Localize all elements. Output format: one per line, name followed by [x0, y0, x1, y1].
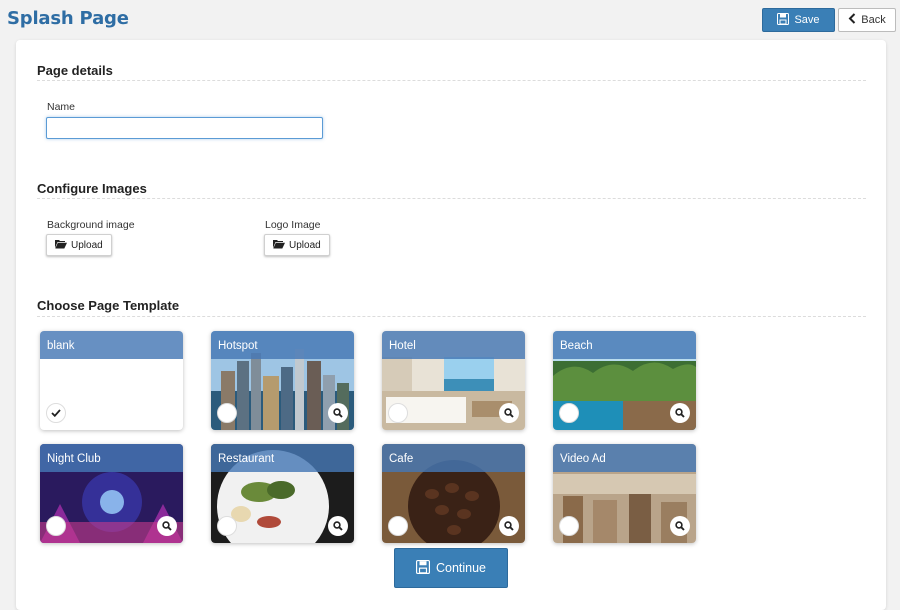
card-label: Restaurant	[218, 453, 275, 465]
template-radio[interactable]	[388, 516, 408, 536]
magnifier-icon[interactable]	[670, 516, 690, 536]
floppy-disk-icon	[777, 12, 790, 28]
divider	[37, 316, 866, 317]
continue-label: Continue	[435, 561, 487, 575]
name-input[interactable]	[46, 117, 323, 139]
logo-upload-button[interactable]: Upload	[264, 234, 330, 256]
template-card-hotspot[interactable]: Hotspot	[211, 331, 354, 430]
template-card-beach[interactable]: Beach	[553, 331, 696, 430]
magnifier-icon[interactable]	[670, 403, 690, 423]
main-panel: Page details Name Configure Images Backg…	[16, 40, 886, 610]
magnifier-icon[interactable]	[328, 516, 348, 536]
back-label: Back	[861, 14, 886, 26]
floppy-disk-icon	[415, 559, 430, 577]
template-radio[interactable]	[217, 403, 237, 423]
template-radio[interactable]	[46, 403, 66, 423]
magnifier-icon[interactable]	[328, 403, 348, 423]
template-radio[interactable]	[217, 516, 237, 536]
upload-label: Upload	[71, 239, 103, 251]
template-radio[interactable]	[559, 403, 579, 423]
folder-open-icon	[273, 239, 285, 252]
card-label: Hotel	[389, 340, 416, 352]
template-radio[interactable]	[388, 403, 408, 423]
template-card-restaurant[interactable]: Restaurant	[211, 444, 354, 543]
background-image-label: Background image	[47, 219, 135, 231]
background-upload-button[interactable]: Upload	[46, 234, 112, 256]
magnifier-icon[interactable]	[499, 403, 519, 423]
template-card-night-club[interactable]: Night Club	[40, 444, 183, 543]
divider	[37, 198, 866, 199]
card-label: Hotspot	[218, 340, 258, 352]
card-label: Night Club	[47, 453, 101, 465]
card-label: Beach	[560, 340, 593, 352]
section-title-choose-template: Choose Page Template	[37, 298, 180, 313]
name-label: Name	[47, 101, 76, 113]
upload-label: Upload	[289, 239, 321, 251]
section-title-page-details: Page details	[37, 63, 113, 78]
card-label: Video Ad	[560, 453, 606, 465]
page-title: Splash Page	[7, 8, 129, 29]
magnifier-icon[interactable]	[157, 516, 177, 536]
folder-open-icon	[55, 239, 67, 252]
template-card-cafe[interactable]: Cafe	[382, 444, 525, 543]
continue-button[interactable]: Continue	[394, 548, 508, 588]
checkmark-icon	[51, 404, 61, 422]
logo-image-label: Logo Image	[265, 219, 321, 231]
magnifier-icon[interactable]	[499, 516, 519, 536]
section-title-configure-images: Configure Images	[37, 181, 147, 196]
template-card-video-ad[interactable]: Video Ad	[553, 444, 696, 543]
card-label: Cafe	[389, 453, 414, 465]
chevron-left-icon	[848, 13, 856, 27]
save-label: Save	[794, 14, 820, 26]
save-button[interactable]: Save	[762, 8, 835, 32]
card-label: blank	[47, 340, 75, 352]
template-card-hotel[interactable]: Hotel	[382, 331, 525, 430]
template-card-blank[interactable]: blank	[40, 331, 183, 430]
template-radio[interactable]	[559, 516, 579, 536]
back-button[interactable]: Back	[838, 8, 896, 32]
template-radio[interactable]	[46, 516, 66, 536]
divider	[37, 80, 866, 81]
